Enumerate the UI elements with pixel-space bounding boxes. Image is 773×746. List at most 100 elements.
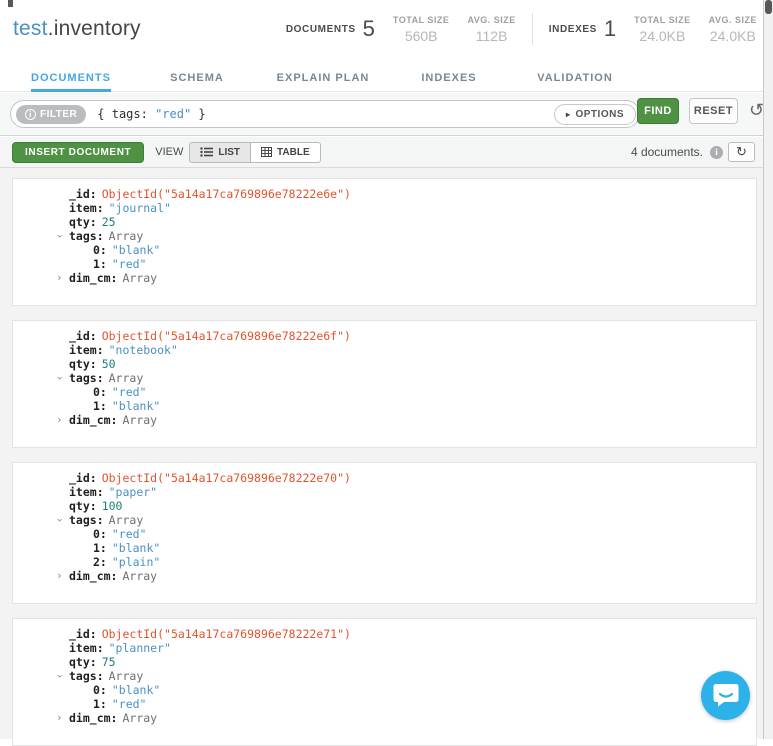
reset-button[interactable]: RESET bbox=[689, 98, 738, 124]
field-value: 50 bbox=[102, 357, 116, 371]
document-field-row: ›dim_cm:Array bbox=[13, 569, 756, 583]
document-field-row: _id:ObjectId("5a14a17ca769896e78222e6f") bbox=[13, 329, 756, 343]
tab-schema[interactable]: SCHEMA bbox=[134, 58, 260, 92]
view-table-button[interactable]: TABLE bbox=[251, 142, 321, 163]
filter-query-string: "red" bbox=[155, 107, 191, 121]
field-value: "red" bbox=[112, 385, 147, 399]
query-history-icon[interactable]: ↺ bbox=[749, 101, 764, 119]
field-value: Array bbox=[122, 413, 157, 427]
query-bar: i FILTER { tags: "red" } ▸ OPTIONS FIND … bbox=[0, 93, 763, 136]
field-key: qty: bbox=[69, 655, 97, 669]
vertical-scrollbar[interactable] bbox=[763, 0, 773, 739]
document-field-row: qty:25 bbox=[13, 215, 756, 229]
document-card[interactable]: _id: ObjectId("5a14a17ca769896e78222e70")… bbox=[12, 462, 757, 604]
field-value: "red" bbox=[112, 257, 147, 271]
tab-indexes[interactable]: INDEXES bbox=[386, 58, 512, 92]
scrollbar-thumb[interactable] bbox=[765, 0, 772, 14]
filter-badge-label: FILTER bbox=[40, 109, 77, 120]
indexes-stat-label: INDEXES bbox=[549, 24, 597, 35]
refresh-button[interactable]: ↻ bbox=[728, 142, 755, 162]
tab-explain-plan[interactable]: EXPLAIN PLAN bbox=[260, 58, 386, 92]
field-key: 0: bbox=[93, 385, 107, 399]
document-card[interactable]: _id: ObjectId("5a14a17ca769896e78222e71")… bbox=[12, 618, 757, 746]
document-field-row: qty:100 bbox=[13, 499, 756, 513]
document-field-row: 0:"blank" bbox=[13, 683, 756, 697]
document-field-row: item:"planner" bbox=[13, 641, 756, 655]
field-value: Array bbox=[109, 229, 144, 243]
document-field-row: ›tags:Array bbox=[13, 229, 756, 243]
documents-stat-label: DOCUMENTS bbox=[286, 24, 356, 35]
field-key: 1: bbox=[93, 541, 107, 555]
document-field-row: 1:"blank" bbox=[13, 541, 756, 555]
expand-chevron-icon[interactable]: › bbox=[56, 271, 63, 285]
list-view-icon bbox=[200, 147, 213, 157]
list-label: LIST bbox=[218, 147, 240, 158]
tab-documents[interactable]: DOCUMENTS bbox=[8, 58, 134, 92]
field-key: 1: bbox=[93, 399, 107, 413]
field-key: qty: bbox=[69, 215, 97, 229]
field-value: ObjectId("5a14a17ca769896e78222e70") bbox=[102, 471, 351, 485]
options-label: OPTIONS bbox=[575, 109, 624, 120]
document-field-row: _id: ObjectId("5a14a17ca769896e78222e71") bbox=[13, 627, 756, 641]
field-key: _id: bbox=[69, 187, 97, 201]
field-key: dim_cm: bbox=[69, 711, 117, 725]
field-key: tags: bbox=[69, 371, 104, 385]
collapse-chevron-icon[interactable]: › bbox=[52, 517, 66, 524]
options-button[interactable]: ▸ OPTIONS bbox=[554, 104, 636, 125]
document-field-row: ›dim_cm:Array bbox=[13, 271, 756, 285]
field-key: dim_cm: bbox=[69, 271, 117, 285]
field-value: ObjectId("5a14a17ca769896e78222e6e") bbox=[102, 187, 351, 201]
field-value: "planner" bbox=[109, 641, 171, 655]
document-field-row: ›tags: Array bbox=[13, 513, 756, 527]
view-list-button[interactable]: LIST bbox=[189, 142, 251, 163]
stats-divider bbox=[532, 13, 533, 45]
field-value: "notebook" bbox=[109, 343, 178, 357]
document-card[interactable]: _id:ObjectId("5a14a17ca769896e78222e6f")… bbox=[12, 320, 757, 448]
document-field-row: ›dim_cm:Array bbox=[13, 711, 756, 725]
field-key: qty: bbox=[69, 357, 97, 371]
field-key: tags: bbox=[69, 513, 104, 527]
document-field-row: _id: ObjectId("5a14a17ca769896e78222e6e") bbox=[13, 187, 756, 201]
field-key: qty: bbox=[69, 499, 97, 513]
collapse-chevron-icon[interactable]: › bbox=[52, 673, 66, 680]
insert-document-button[interactable]: INSERT DOCUMENT bbox=[12, 142, 144, 163]
field-value: "plain" bbox=[112, 555, 160, 569]
info-icon[interactable]: i bbox=[710, 146, 723, 159]
document-card[interactable]: _id: ObjectId("5a14a17ca769896e78222e6e")… bbox=[12, 178, 757, 306]
document-field-row: ›tags:Array bbox=[13, 371, 756, 385]
collection-name: inventory bbox=[54, 17, 141, 40]
field-key: _id: bbox=[69, 329, 97, 343]
expand-chevron-icon[interactable]: › bbox=[56, 413, 63, 427]
document-field-row: qty: 75 bbox=[13, 655, 756, 669]
options-caret-icon: ▸ bbox=[566, 110, 571, 119]
field-key: dim_cm: bbox=[69, 569, 117, 583]
collection-header: test.inventory DOCUMENTS 5 TOTAL SIZE 56… bbox=[0, 0, 763, 58]
field-key: 0: bbox=[93, 243, 107, 257]
indexes-stat: INDEXES 1 bbox=[549, 16, 616, 42]
expand-chevron-icon[interactable]: › bbox=[56, 569, 63, 583]
document-field-row: 1:"red" bbox=[13, 257, 756, 271]
chat-bubble-icon bbox=[713, 683, 739, 708]
expand-chevron-icon[interactable]: › bbox=[56, 711, 63, 725]
field-value: Array bbox=[109, 513, 144, 527]
filter-query-text[interactable]: { tags: "red" } bbox=[97, 107, 205, 121]
field-value: ObjectId("5a14a17ca769896e78222e71") bbox=[102, 627, 351, 641]
top-left-artifact bbox=[8, 0, 13, 7]
field-key: _id: bbox=[69, 471, 97, 485]
namespace-title: test.inventory bbox=[13, 17, 141, 41]
field-key: _id: bbox=[69, 627, 97, 641]
field-value: "red" bbox=[112, 527, 147, 541]
indexes-stat-value: 1 bbox=[604, 16, 616, 42]
documents-toolbar: INSERT DOCUMENT VIEW LIST TABL bbox=[0, 137, 763, 168]
filter-input[interactable]: i FILTER { tags: "red" } ▸ OPTIONS bbox=[10, 100, 640, 128]
table-view-icon bbox=[261, 147, 272, 157]
document-field-row: item:"paper" bbox=[13, 485, 756, 499]
document-field-row: ›dim_cm:Array bbox=[13, 413, 756, 427]
collapse-chevron-icon[interactable]: › bbox=[52, 233, 66, 240]
tab-validation[interactable]: VALIDATION bbox=[512, 58, 638, 92]
field-value: 75 bbox=[102, 655, 116, 669]
field-key: tags: bbox=[69, 669, 104, 683]
chat-launcher-button[interactable] bbox=[701, 671, 750, 720]
find-button[interactable]: FIND bbox=[637, 98, 679, 124]
collapse-chevron-icon[interactable]: › bbox=[52, 375, 66, 382]
